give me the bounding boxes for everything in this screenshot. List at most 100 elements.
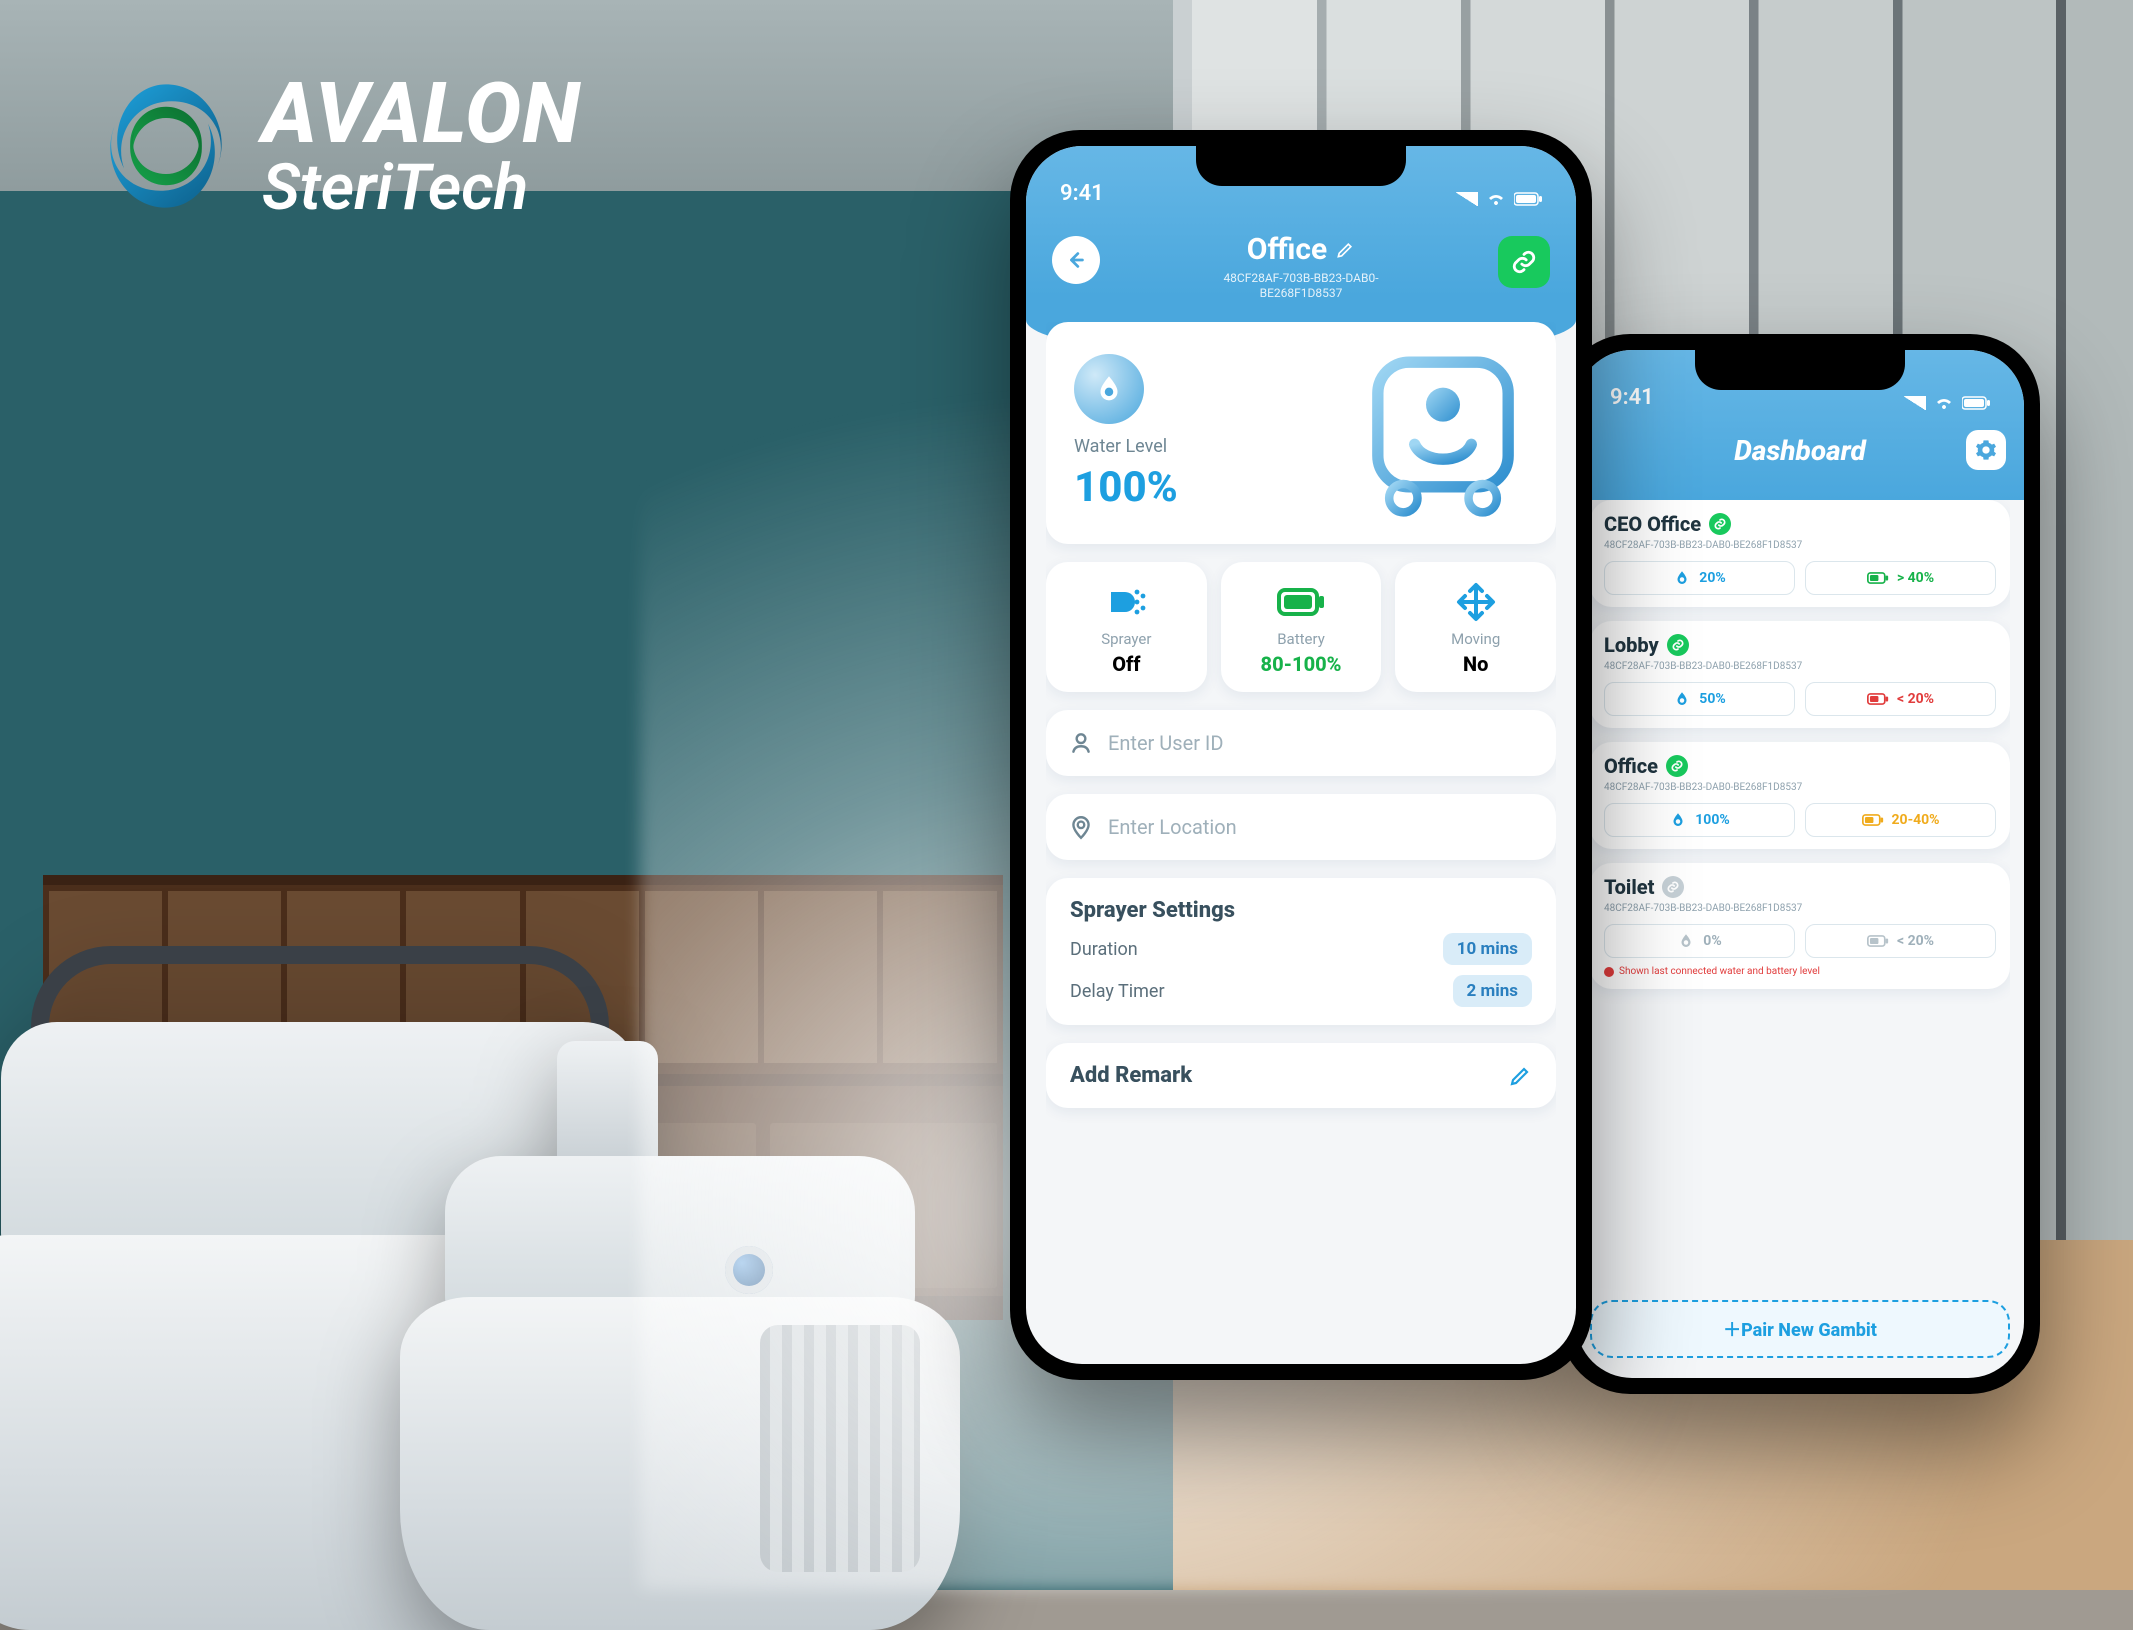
device-id: 48CF28AF-703B-BB23-DAB0-BE268F1D8537	[1604, 903, 1996, 914]
add-remark-label: Add Remark	[1070, 1063, 1192, 1088]
wifi-icon	[1934, 396, 1954, 410]
water-level-card: Water Level 100%	[1046, 322, 1556, 544]
brand-logo: AVALON SteriTech	[96, 72, 581, 220]
settings-heading: Sprayer Settings	[1070, 898, 1532, 923]
edit-icon	[1508, 1064, 1532, 1088]
water-pill: 100%	[1604, 803, 1795, 837]
water-pill-value: 50%	[1699, 691, 1725, 707]
water-value: 100%	[1074, 463, 1178, 512]
drop-icon	[1673, 690, 1691, 708]
phone-back: 9:41 Dashboard CEO Office 48CF28AF-703B-…	[1560, 334, 2040, 1394]
device-name: Lobby	[1604, 633, 1659, 657]
battery-icon	[1962, 396, 1990, 410]
battery-pill: < 20%	[1805, 924, 1996, 958]
link-status-icon	[1662, 876, 1684, 898]
water-label: Water Level	[1074, 436, 1167, 457]
user-icon	[1068, 730, 1094, 756]
link-icon	[1511, 249, 1537, 275]
water-pill: 50%	[1604, 682, 1795, 716]
phone-front: 9:41 Office 48CF28AF-703B-BB23-DAB0-BE26…	[1010, 130, 1592, 1380]
drop-icon	[1669, 811, 1687, 829]
water-pill: 0%	[1604, 924, 1795, 958]
water-pill-value: 20%	[1699, 570, 1725, 586]
battery-stat-icon	[1231, 580, 1372, 624]
duration-row[interactable]: Duration 10 mins	[1070, 933, 1532, 965]
delay-value: 2 mins	[1453, 975, 1532, 1007]
location-input[interactable]: Enter Location	[1046, 794, 1556, 860]
battery-pill: < 20%	[1805, 682, 1996, 716]
device-name: Toilet	[1604, 875, 1654, 899]
gear-icon	[1975, 439, 1997, 461]
device-warning: Shown last connected water and battery l…	[1604, 966, 1996, 977]
battery-pill-icon	[1867, 571, 1889, 585]
battery-pill-value: > 40%	[1897, 570, 1934, 586]
moving-value: No	[1405, 652, 1546, 676]
settings-button[interactable]	[1966, 430, 2006, 470]
notch	[1196, 146, 1406, 186]
drop-icon	[1673, 569, 1691, 587]
device-title: Office	[1247, 232, 1327, 267]
cell-icon	[1904, 396, 1926, 410]
user-id-placeholder: Enter User ID	[1108, 731, 1224, 755]
battery-pill: 20-40%	[1805, 803, 1996, 837]
device-id: 48CF28AF-703B-BB23-DAB0-BE268F1D8537	[1604, 540, 1996, 551]
device-id: 48CF28AF-703B-BB23-DAB0-BE268F1D8537	[1604, 782, 1996, 793]
location-placeholder: Enter Location	[1108, 815, 1237, 839]
status-time: 9:41	[1610, 385, 1654, 410]
device-card[interactable]: Lobby 48CF28AF-703B-BB23-DAB0-BE268F1D85…	[1590, 621, 2010, 728]
notch	[1695, 350, 1905, 390]
water-pill-value: 0%	[1703, 933, 1721, 949]
dashboard-title: Dashboard	[1576, 434, 2024, 467]
device-card[interactable]: Toilet 48CF28AF-703B-BB23-DAB0-BE268F1D8…	[1590, 863, 2010, 989]
water-pill: 20%	[1604, 561, 1795, 595]
battery-card[interactable]: Battery 80-100%	[1221, 562, 1382, 692]
battery-pill-icon	[1867, 934, 1889, 948]
device-name: Office	[1604, 754, 1658, 778]
battery-pill-value: 20-40%	[1892, 812, 1940, 828]
battery-pill-value: < 20%	[1897, 933, 1934, 949]
user-id-input[interactable]: Enter User ID	[1046, 710, 1556, 776]
sprayer-value: Off	[1056, 652, 1197, 676]
wifi-icon	[1486, 192, 1506, 206]
move-icon	[1405, 580, 1546, 624]
battery-pill-value: < 20%	[1897, 691, 1934, 707]
stat-row: Sprayer Off Battery 80-100% Moving No	[1046, 562, 1556, 692]
drop-icon	[1677, 932, 1695, 950]
link-status-icon	[1667, 634, 1689, 656]
battery-pill-icon	[1867, 692, 1889, 706]
status-time: 9:41	[1060, 181, 1104, 206]
plus-icon: ＋	[1723, 1320, 1741, 1341]
device-id: 48CF28AF-703B-BB23-DAB0-BE268F1D8537	[1026, 271, 1576, 301]
brand-mark-icon	[96, 76, 236, 216]
moving-card[interactable]: Moving No	[1395, 562, 1556, 692]
location-icon	[1068, 814, 1094, 840]
link-button[interactable]	[1498, 236, 1550, 288]
battery-pill: > 40%	[1805, 561, 1996, 595]
sprayer-label: Sprayer	[1056, 630, 1197, 648]
device-name: CEO Office	[1604, 512, 1701, 536]
battery-label: Battery	[1231, 630, 1372, 648]
delay-label: Delay Timer	[1070, 981, 1165, 1002]
link-status-icon	[1709, 513, 1731, 535]
brand-subname: SteriTech	[262, 156, 581, 220]
battery-pill-icon	[1862, 813, 1884, 827]
sprayer-settings-card: Sprayer Settings Duration 10 mins Delay …	[1046, 878, 1556, 1025]
device-card[interactable]: CEO Office 48CF28AF-703B-BB23-DAB0-BE268…	[1590, 500, 2010, 607]
edit-icon[interactable]	[1335, 240, 1355, 260]
device-card[interactable]: Office 48CF28AF-703B-BB23-DAB0-BE268F1D8…	[1590, 742, 2010, 849]
add-remark-card[interactable]: Add Remark	[1046, 1043, 1556, 1108]
pair-new-button[interactable]: ＋Pair New Gambit	[1590, 1300, 2010, 1358]
water-icon	[1074, 354, 1144, 424]
spray-icon	[1056, 580, 1197, 624]
link-status-icon	[1666, 755, 1688, 777]
moving-label: Moving	[1405, 630, 1546, 648]
delay-row[interactable]: Delay Timer 2 mins	[1070, 975, 1532, 1007]
device-id: 48CF28AF-703B-BB23-DAB0-BE268F1D8537	[1604, 661, 1996, 672]
duration-value: 10 mins	[1443, 933, 1532, 965]
battery-icon	[1514, 192, 1542, 206]
sprayer-card[interactable]: Sprayer Off	[1046, 562, 1207, 692]
water-pill-value: 100%	[1695, 812, 1729, 828]
cell-icon	[1456, 192, 1478, 206]
duration-label: Duration	[1070, 939, 1138, 960]
robot-icon	[1358, 348, 1528, 518]
